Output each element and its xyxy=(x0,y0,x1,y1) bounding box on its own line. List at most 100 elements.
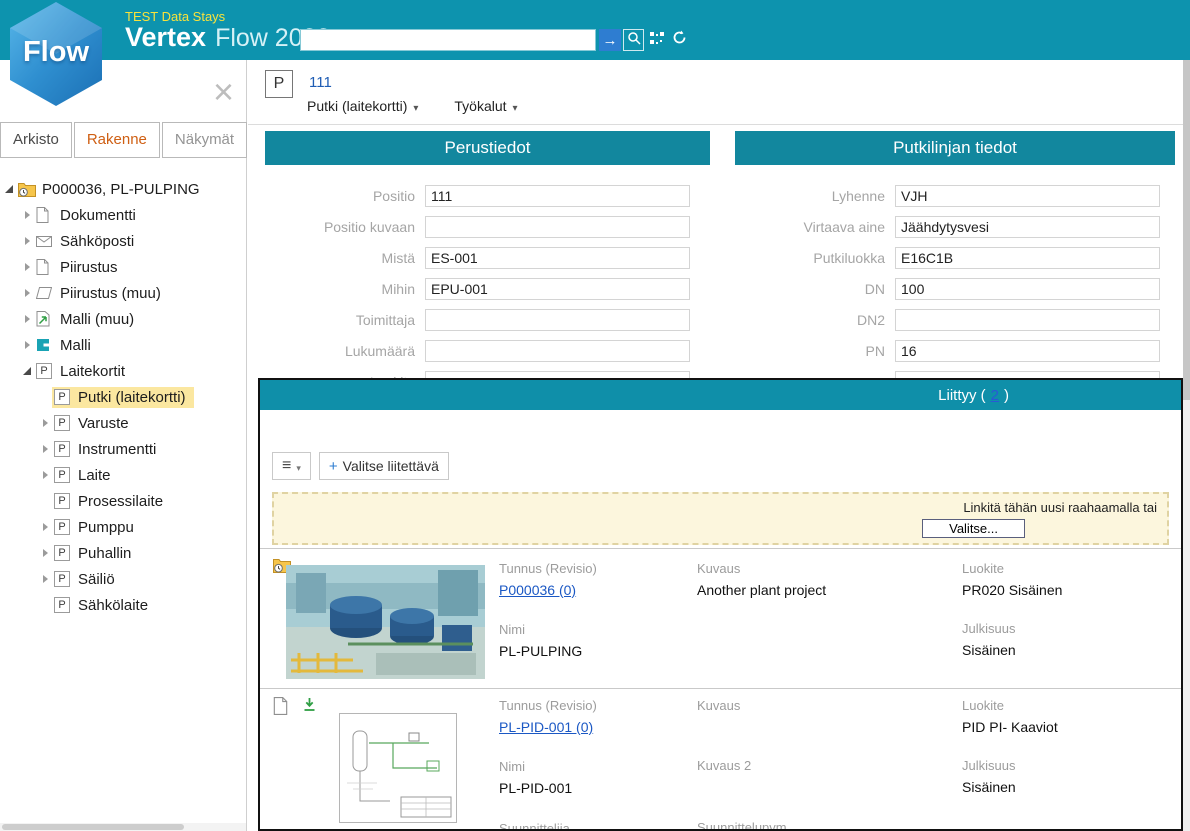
document-icon xyxy=(273,697,288,720)
expander-icon[interactable] xyxy=(38,410,52,436)
search-input[interactable] xyxy=(300,29,596,51)
pn-input[interactable] xyxy=(895,340,1160,362)
expander-icon[interactable] xyxy=(38,566,52,592)
sidebar-horizontal-scrollbar[interactable] xyxy=(0,823,246,831)
thumbnail-pid-drawing[interactable] xyxy=(339,713,457,823)
field-label: Positio kuvaan xyxy=(265,219,425,235)
scrollbar-thumb[interactable] xyxy=(1183,60,1190,400)
mista-input[interactable] xyxy=(425,247,690,269)
close-icon[interactable]: × xyxy=(213,74,234,110)
logo-text: Flow xyxy=(6,36,106,69)
expander-icon[interactable] xyxy=(38,462,52,488)
expander-icon[interactable] xyxy=(20,202,34,228)
toimittaja-input[interactable] xyxy=(425,309,690,331)
item-id-link[interactable]: PL-PID-001 (0) xyxy=(499,718,593,736)
refresh-button[interactable] xyxy=(669,29,689,51)
expander-icon[interactable] xyxy=(20,228,34,254)
list-menu-button[interactable] xyxy=(272,452,311,480)
expander-icon[interactable] xyxy=(38,514,52,540)
column-label: Luokite xyxy=(962,698,1162,713)
tree-item-label: Prosessilaite xyxy=(76,493,163,510)
drawing-other-icon xyxy=(36,287,58,299)
search-button[interactable] xyxy=(623,29,644,51)
tree-item-piirustus-muu[interactable]: Piirustus (muu) xyxy=(0,280,245,306)
item-classification: PR020 Sisäinen xyxy=(962,581,1162,599)
flow-logo[interactable]: Flow xyxy=(6,2,106,106)
search-go-button[interactable]: → xyxy=(599,29,621,51)
positio-kuvaan-input[interactable] xyxy=(425,216,690,238)
tab-rakenne[interactable]: Rakenne xyxy=(74,122,160,158)
drop-zone[interactable]: Linkitä tähän uusi raahaamalla tai Valit… xyxy=(272,492,1169,545)
tools-menu-label: Työkalut xyxy=(454,98,506,114)
tree-item-label: Laitekortit xyxy=(58,363,125,380)
scrollbar-thumb[interactable] xyxy=(2,824,184,830)
choose-file-button[interactable]: Valitse... xyxy=(922,519,1025,538)
tree-item-project-root[interactable]: P000036, PL-PULPING xyxy=(0,176,245,202)
expander-icon[interactable] xyxy=(20,358,34,384)
item-name: PL-PID-001 xyxy=(499,779,689,797)
tree-item-sahkoposti[interactable]: Sähköposti xyxy=(0,228,245,254)
putkiluokka-input[interactable] xyxy=(895,247,1160,269)
tree-item-varuste[interactable]: Varuste xyxy=(0,410,245,436)
tab-nakymat[interactable]: Näkymät xyxy=(162,122,247,158)
expander-icon[interactable] xyxy=(38,540,52,566)
related-item-project: Tunnus (Revisio) P000036 (0) Nimi PL-PUL… xyxy=(260,548,1181,688)
column-label: Nimi xyxy=(499,622,689,637)
field-label: Virtaava aine xyxy=(735,219,895,235)
arrow-right-icon: → xyxy=(603,32,618,49)
barcode-icon xyxy=(649,31,665,50)
expander-icon[interactable] xyxy=(20,280,34,306)
item-publicity: Sisäinen xyxy=(962,641,1162,659)
field-label: PN xyxy=(735,343,895,359)
brand-name: Vertex xyxy=(125,22,206,52)
tree-item-puhallin[interactable]: Puhallin xyxy=(0,540,245,566)
tree-item-sailio[interactable]: Säiliö xyxy=(0,566,245,592)
card-type-menu[interactable]: Putki (laitekortti) xyxy=(307,98,418,114)
tree-item-pumppu[interactable]: Pumppu xyxy=(0,514,245,540)
tree-item-label: Piirustus (muu) xyxy=(58,285,161,302)
item-id-link[interactable]: P000036 (0) xyxy=(499,581,576,599)
positio-input[interactable] xyxy=(425,185,690,207)
tree-item-label: Säiliö xyxy=(76,571,115,588)
add-link-button[interactable]: + Valitse liitettävä xyxy=(319,452,449,480)
tree-item-laite[interactable]: Laite xyxy=(0,462,245,488)
related-count-link[interactable]: 2 xyxy=(991,387,999,404)
expander-icon[interactable] xyxy=(20,306,34,332)
tree-item-malli[interactable]: Malli xyxy=(0,332,245,358)
expander-icon[interactable] xyxy=(20,332,34,358)
folder-clock-icon xyxy=(18,182,40,197)
dn2-input[interactable] xyxy=(895,309,1160,331)
tree-item-sahkolaite[interactable]: Sähkölaite xyxy=(0,592,245,618)
barcode-scan-button[interactable] xyxy=(647,29,667,51)
vertical-scrollbar[interactable] xyxy=(1183,60,1190,831)
p-card-icon xyxy=(54,389,76,405)
tree-item-putki-laitekortti[interactable]: Putki (laitekortti) xyxy=(0,384,245,410)
tree-item-malli-muu[interactable]: Malli (muu) xyxy=(0,306,245,332)
p-card-icon xyxy=(54,467,76,483)
dn-input[interactable] xyxy=(895,278,1160,300)
lyhenne-input[interactable] xyxy=(895,185,1160,207)
thumbnail-plant-model[interactable] xyxy=(286,565,485,679)
lukumaara-input[interactable] xyxy=(425,340,690,362)
tree-item-label: Sähkölaite xyxy=(76,597,148,614)
tree-item-prosessilaite[interactable]: Prosessilaite xyxy=(0,488,245,514)
refresh-icon xyxy=(672,30,687,50)
tree-item-piirustus[interactable]: Piirustus xyxy=(0,254,245,280)
related-items-list: Tunnus (Revisio) P000036 (0) Nimi PL-PUL… xyxy=(260,548,1181,831)
tools-menu[interactable]: Työkalut xyxy=(454,98,517,114)
field-label: Toimittaja xyxy=(265,312,425,328)
mihin-input[interactable] xyxy=(425,278,690,300)
expander-icon[interactable] xyxy=(20,254,34,280)
tab-arkisto[interactable]: Arkisto xyxy=(0,122,72,158)
expander-icon[interactable] xyxy=(2,176,16,202)
virtaava-aine-input[interactable] xyxy=(895,216,1160,238)
field-label: DN xyxy=(735,281,895,297)
tree-item-laitekortit[interactable]: Laitekortit xyxy=(0,358,245,384)
app-window: TEST Data Stays VertexFlow 2022 → Flow ×… xyxy=(0,0,1190,831)
document-icon xyxy=(36,207,58,223)
dialog-toolbar: + Valitse liitettävä xyxy=(272,452,1169,480)
item-description: Another plant project xyxy=(697,581,952,599)
expander-icon[interactable] xyxy=(38,436,52,462)
tree-item-instrumentti[interactable]: Instrumentti xyxy=(0,436,245,462)
tree-item-dokumentti[interactable]: Dokumentti xyxy=(0,202,245,228)
